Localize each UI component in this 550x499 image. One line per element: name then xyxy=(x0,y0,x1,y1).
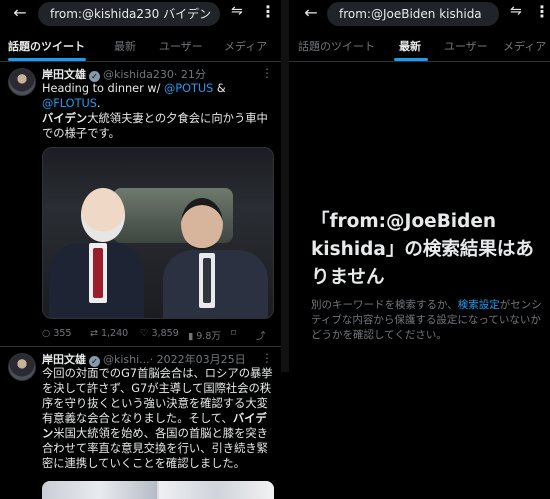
tweet[interactable]: 岸田文雄 ✓ @kishida230· 21分 ⋮ Heading to dinne… xyxy=(0,62,281,346)
active-tab-indicator xyxy=(8,58,86,61)
tweet-text-part: Heading to dinner w/ xyxy=(42,82,164,95)
tab-media[interactable]: メディア xyxy=(503,38,546,54)
avatar[interactable] xyxy=(8,68,36,96)
tab-latest[interactable]: 最新 xyxy=(114,38,136,54)
empty-desc-text: 別のキーワードを検索するか、 xyxy=(311,299,458,311)
reply-count: 355 xyxy=(53,328,72,339)
search-settings-link[interactable]: 検索設定 xyxy=(458,299,500,311)
search-tabs: 話題のツイート 最新 ユーザー メディア xyxy=(0,30,281,62)
avatar[interactable] xyxy=(8,353,36,381)
tweet-more-icon[interactable]: ⋮ xyxy=(261,66,273,80)
tweet-header: 岸田文雄 ✓ @kishi...· 2022年03月25日 xyxy=(42,351,246,367)
search-results-panel-left: ← from:@kishida230 バイデン ⇋ ⋮ 話題のツイート 最新 ユ… xyxy=(0,0,281,499)
back-arrow-icon[interactable]: ← xyxy=(10,3,30,22)
tweet-time: · 2022年03月25日 xyxy=(149,353,246,366)
search-filter-icon[interactable]: ⇋ xyxy=(510,3,522,19)
search-results-panel-right: ← from:@JoeBiden kishida ⇋ ⋮ 話題のツイート 最新 … xyxy=(289,0,550,499)
bookmark-icon[interactable]: ⌑ xyxy=(231,328,236,339)
tweet-header: 岸田文雄 ✓ @kishida230· 21分 xyxy=(42,66,206,82)
author-name[interactable]: 岸田文雄 xyxy=(42,353,86,366)
photo-thumbnail[interactable] xyxy=(159,481,274,499)
tweet-photo[interactable] xyxy=(42,147,274,319)
search-input[interactable]: from:@JoeBiden kishida xyxy=(327,2,499,26)
empty-results-description: 別のキーワードを検索するか、検索設定がセンシティブな内容から保護する設定になって… xyxy=(311,298,543,343)
like-count: 3,859 xyxy=(151,328,179,339)
tweet-text-part: . xyxy=(96,97,101,110)
search-filter-icon[interactable]: ⇋ xyxy=(231,3,243,19)
tab-media[interactable]: メディア xyxy=(224,38,267,54)
tweet-more-icon[interactable]: ⋮ xyxy=(261,351,273,365)
mention-link[interactable]: @FLOTUS xyxy=(42,97,97,110)
photo-person-left xyxy=(49,188,144,318)
like-button[interactable]: ♡ 3,859 xyxy=(140,328,179,339)
tab-latest[interactable]: 最新 xyxy=(399,38,421,54)
tweet-text: Heading to dinner w/ @POTUS & @FLOTUS. バ… xyxy=(42,81,275,141)
more-options-icon[interactable]: ⋮ xyxy=(534,2,550,21)
tweet[interactable]: 岸田文雄 ✓ @kishi...· 2022年03月25日 ⋮ 今回の対面でのG7首… xyxy=(0,347,281,499)
top-bar: ← from:@JoeBiden kishida ⇋ ⋮ xyxy=(289,0,550,30)
reply-button[interactable]: ○ 355 xyxy=(42,328,71,339)
photo-person-right xyxy=(163,198,268,318)
author-handle[interactable]: @kishida230 xyxy=(103,68,174,81)
more-options-icon[interactable]: ⋮ xyxy=(260,2,276,21)
tab-people[interactable]: ユーザー xyxy=(159,38,203,54)
back-arrow-icon[interactable]: ← xyxy=(301,3,321,22)
tab-top[interactable]: 話題のツイート xyxy=(8,38,85,54)
retweet-button[interactable]: ⇄ 1,240 xyxy=(90,328,128,339)
tab-people[interactable]: ユーザー xyxy=(444,38,488,54)
tweet-text-part: & xyxy=(213,82,226,95)
views-button[interactable]: ▮ 9.8万 xyxy=(188,328,221,342)
share-icon[interactable]: ⤴ xyxy=(256,328,266,342)
tweet-time: · 21分 xyxy=(173,68,206,81)
tweet-text-part: 米国大統領を始め、各国の首脳と膝を突き合わせて率直な意見交換を行い、引き続き緊密… xyxy=(42,427,268,470)
mention-link[interactable]: @POTUS xyxy=(164,82,213,95)
top-bar: ← from:@kishida230 バイデン ⇋ ⋮ xyxy=(0,0,281,30)
empty-results-title: 「from:@JoeBiden kishida」の検索結果はありません xyxy=(311,211,534,288)
highlighted-keyword: バイデン xyxy=(42,112,88,125)
tweet-photo-grid[interactable] xyxy=(42,481,274,499)
search-input[interactable]: from:@kishida230 バイデン xyxy=(38,2,220,26)
active-tab-indicator xyxy=(394,58,428,61)
tab-top[interactable]: 話題のツイート xyxy=(298,38,375,54)
panel-divider xyxy=(281,0,289,499)
search-tabs: 話題のツイート 最新 ユーザー メディア xyxy=(289,30,550,62)
tweet-text: 今回の対面でのG7首脳会合は、ロシアの暴挙を決して許さず、G7が主導して国際社会… xyxy=(42,366,273,471)
view-count: 9.8万 xyxy=(196,331,221,342)
photo-thumbnail[interactable] xyxy=(42,481,157,499)
retweet-count: 1,240 xyxy=(100,328,129,339)
author-name[interactable]: 岸田文雄 xyxy=(42,68,86,81)
author-handle[interactable]: @kishi... xyxy=(103,353,150,366)
